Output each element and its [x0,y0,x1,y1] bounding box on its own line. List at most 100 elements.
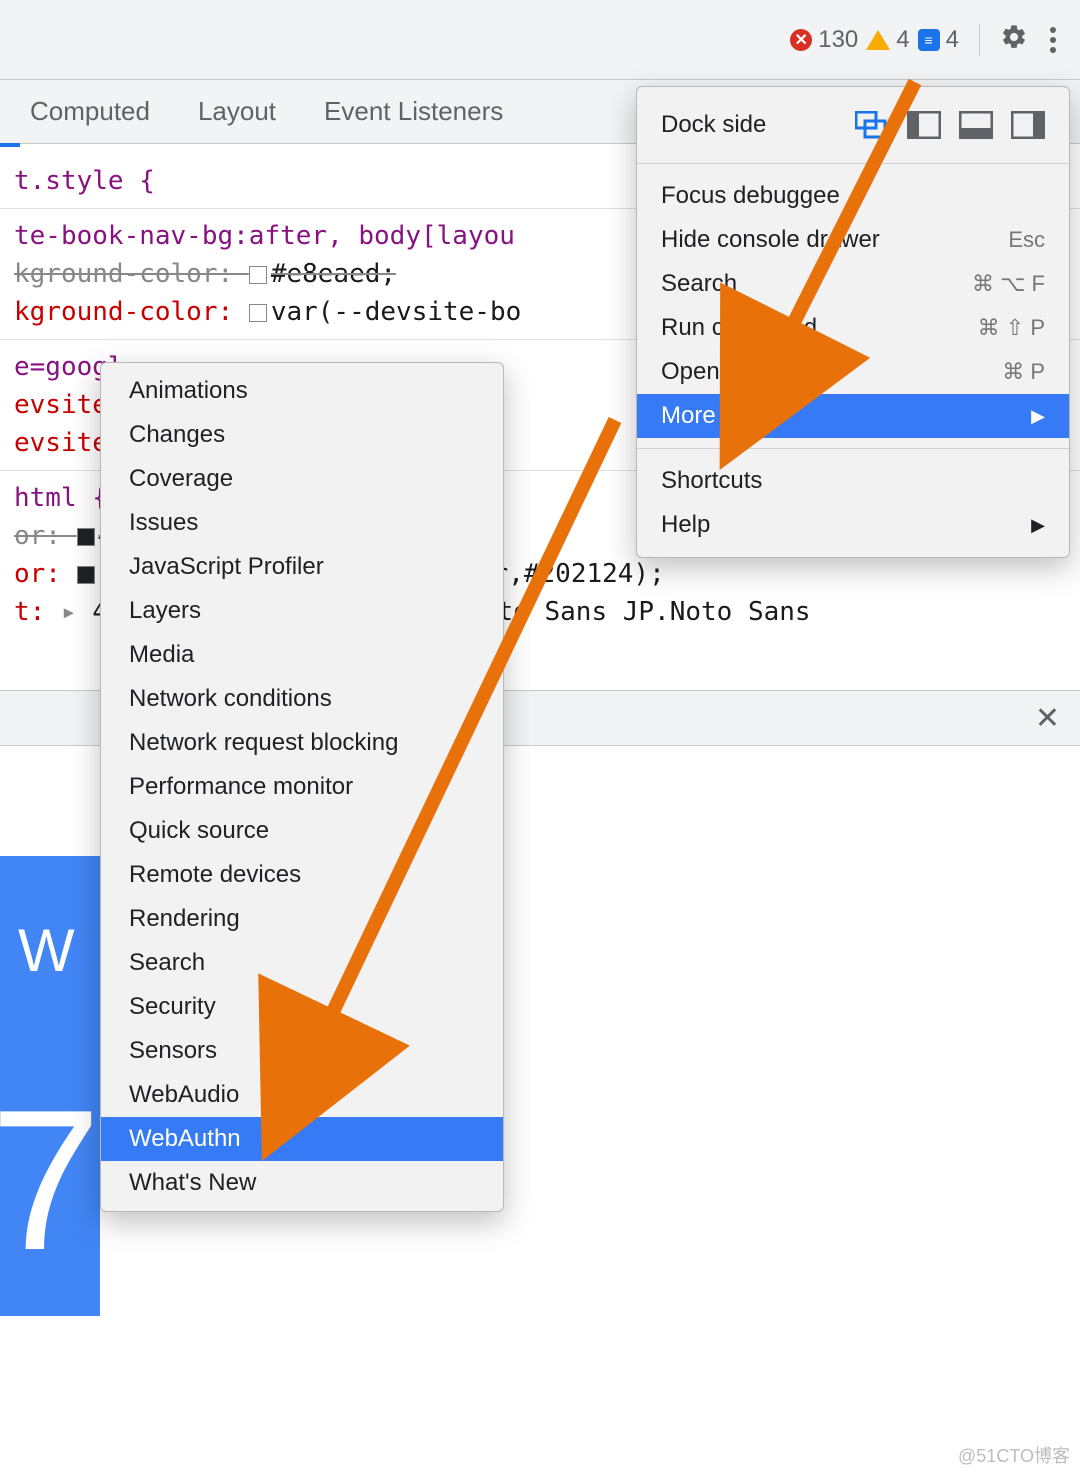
menu-label: More tools [661,402,773,430]
submenu-label: What's New [129,1169,256,1197]
watermark: @51CTO博客 [958,1442,1070,1468]
color-swatch-icon[interactable] [77,528,95,546]
submenu-item-what-s-new[interactable]: What's New [101,1161,503,1205]
whats-new-panel-fragment: W 7 [0,856,100,1316]
color-swatch-icon[interactable] [249,304,267,322]
submenu-label: Remote devices [129,861,301,889]
menu-shortcut: ⌘ ⇧ P [978,315,1045,341]
submenu-item-changes[interactable]: Changes [101,413,503,457]
error-count-value: 130 [818,26,858,54]
devtools-main-menu: Dock side Focus debuggee Hide console dr… [636,86,1070,558]
submenu-label: WebAuthn [129,1125,241,1153]
submenu-label: Security [129,993,216,1021]
submenu-label: Layers [129,597,201,625]
submenu-item-issues[interactable]: Issues [101,501,503,545]
error-icon: ✕ [790,29,812,51]
submenu-label: Performance monitor [129,773,353,801]
submenu-item-quick-source[interactable]: Quick source [101,809,503,853]
devtools-toolbar: ✕ 130 4 ≡ 4 [0,0,1080,80]
submenu-label: JavaScript Profiler [129,553,324,581]
submenu-item-network-conditions[interactable]: Network conditions [101,677,503,721]
expand-icon[interactable]: ▸ [61,597,77,627]
dock-right-icon[interactable] [1011,111,1045,139]
menu-label: Focus debuggee [661,182,840,210]
submenu-item-security[interactable]: Security [101,985,503,1029]
submenu-label: Search [129,949,205,977]
menu-label: Search [661,270,737,298]
submenu-label: Changes [129,421,225,449]
css-property: t: [14,597,45,627]
submenu-arrow-icon: ▶ [1031,406,1045,427]
menu-label: Open file [661,358,757,386]
css-value: var(--devsite-bo [271,297,521,327]
tab-layout[interactable]: Layout [198,96,276,127]
css-property: kground-color: [14,259,233,289]
settings-button[interactable] [1000,23,1028,57]
dock-left-icon[interactable] [907,111,941,139]
menu-item-open-file[interactable]: Open file⌘ P [637,350,1069,394]
dock-side-row: Dock side [637,97,1069,153]
css-property: or: [14,559,61,589]
menu-item-run-command[interactable]: Run command ⌘ ⇧ P [637,306,1069,350]
menu-label: Help [661,511,710,539]
element-style-selector: t.style { [14,166,155,196]
css-property: kground-color: [14,297,233,327]
info-count-value: 4 [946,26,959,54]
submenu-label: Sensors [129,1037,217,1065]
submenu-label: Quick source [129,817,269,845]
tab-event-listeners[interactable]: Event Listeners [324,96,503,127]
css-property: or: [14,521,61,551]
tab-computed[interactable]: Computed [30,96,150,127]
color-swatch-icon[interactable] [249,266,267,284]
css-selector: html { [14,483,108,513]
submenu-item-layers[interactable]: Layers [101,589,503,633]
gear-icon [1000,23,1028,51]
dock-side-label: Dock side [661,111,766,139]
submenu-label: Issues [129,509,198,537]
menu-item-shortcuts[interactable]: Shortcuts [637,459,1069,503]
menu-item-focus-debuggee[interactable]: Focus debuggee [637,174,1069,218]
submenu-label: Coverage [129,465,233,493]
panel-number-7: 7 [0,1066,100,1296]
submenu-item-sensors[interactable]: Sensors [101,1029,503,1073]
more-tools-submenu: Animations Changes Coverage Issues JavaScrip… [100,362,504,1212]
menu-item-search[interactable]: Search ⌘ ⌥ F [637,262,1069,306]
dock-undock-icon[interactable] [855,111,889,139]
submenu-label: Media [129,641,194,669]
submenu-item-animations[interactable]: Animations [101,369,503,413]
submenu-item-remote-devices[interactable]: Remote devices [101,853,503,897]
submenu-item-network-request-blocking[interactable]: Network request blocking [101,721,503,765]
submenu-item-performance-monitor[interactable]: Performance monitor [101,765,503,809]
submenu-item-javascript-profiler[interactable]: JavaScript Profiler [101,545,503,589]
submenu-item-rendering[interactable]: Rendering [101,897,503,941]
kebab-menu-button[interactable] [1040,21,1066,59]
menu-label: Shortcuts [661,467,762,495]
menu-item-hide-console[interactable]: Hide console drawer Esc [637,218,1069,262]
submenu-label: Rendering [129,905,240,933]
menu-label: Hide console drawer [661,226,880,254]
info-count[interactable]: ≡ 4 [918,26,959,54]
menu-shortcut: ⌘ ⌥ F [972,271,1045,297]
dock-bottom-icon[interactable] [959,111,993,139]
warning-icon [866,30,890,50]
warning-count-value: 4 [896,26,909,54]
menu-item-help[interactable]: Help▶ [637,503,1069,547]
error-count[interactable]: ✕ 130 [790,26,858,54]
menu-label: Run command [661,314,817,342]
submenu-label: Animations [129,377,248,405]
css-value: #e8eaed; [271,259,396,289]
submenu-item-webauthn[interactable]: WebAuthn [101,1117,503,1161]
submenu-item-webaudio[interactable]: WebAudio [101,1073,503,1117]
submenu-label: Network conditions [129,685,332,713]
warning-count[interactable]: 4 [866,26,909,54]
color-swatch-icon[interactable] [77,566,95,584]
menu-shortcut: Esc [1008,227,1045,253]
submenu-item-coverage[interactable]: Coverage [101,457,503,501]
submenu-item-media[interactable]: Media [101,633,503,677]
close-drawer-button[interactable]: ✕ [1035,701,1060,736]
submenu-label: Network request blocking [129,729,398,757]
menu-item-more-tools[interactable]: More tools ▶ [637,394,1069,438]
info-icon: ≡ [918,29,940,51]
submenu-item-search[interactable]: Search [101,941,503,985]
issue-counters: ✕ 130 4 ≡ 4 [790,26,959,54]
